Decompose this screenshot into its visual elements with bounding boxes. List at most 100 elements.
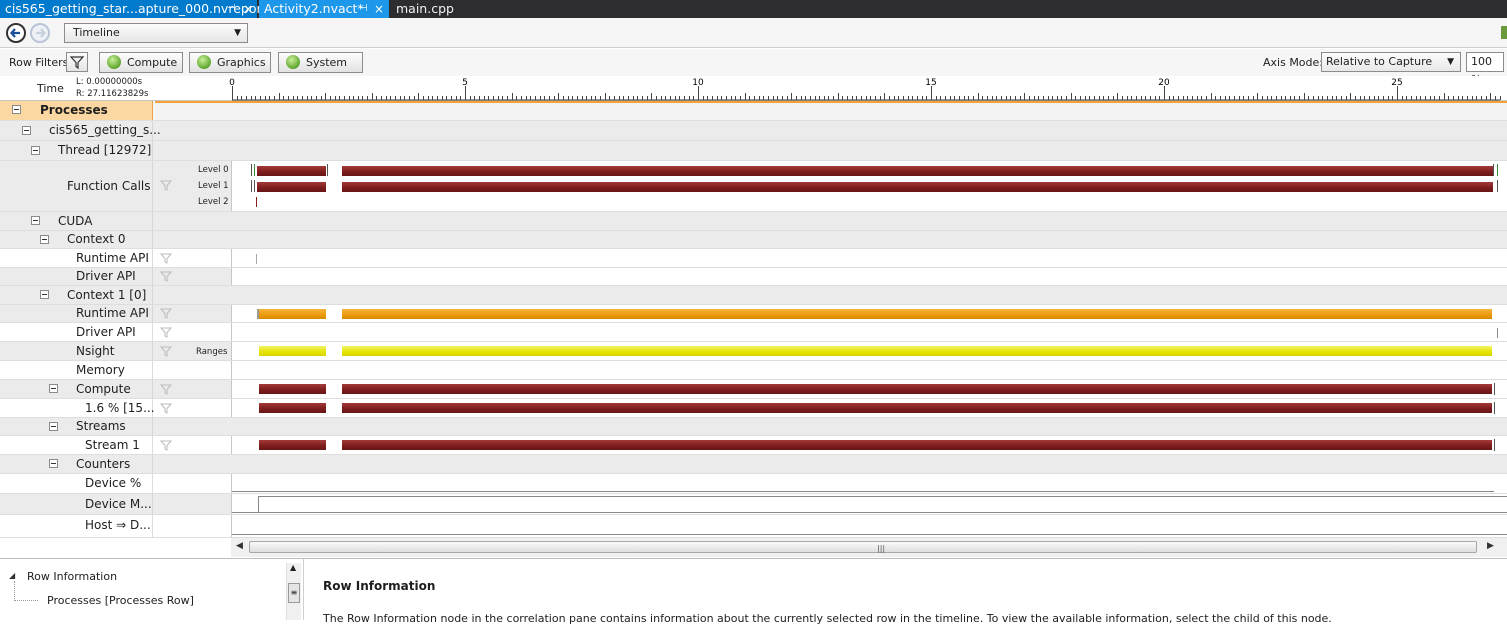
- pin-icon[interactable]: ⊣: [359, 0, 368, 18]
- graphics-filter-button[interactable]: Graphics: [189, 52, 271, 73]
- view-toolbar: Timeline ▼: [0, 18, 1507, 48]
- collapse-icon[interactable]: [40, 235, 49, 244]
- scrollbar-thumb[interactable]: ≡: [288, 583, 300, 603]
- counters-row[interactable]: Counters: [0, 455, 1507, 474]
- api-call-bar[interactable]: [342, 309, 1492, 319]
- call-bar[interactable]: [257, 166, 326, 176]
- funnel-icon[interactable]: [160, 440, 172, 451]
- compute-filter-button[interactable]: Compute: [99, 52, 183, 73]
- tab-main-cpp[interactable]: main.cpp: [391, 0, 481, 18]
- runtime-api-track: [231, 249, 1507, 267]
- host-to-device-row[interactable]: Host ⇒ D...: [0, 515, 1507, 538]
- runtime-api-label: Runtime API: [76, 251, 149, 265]
- funnel-icon[interactable]: [160, 253, 172, 264]
- tree-item-row-information[interactable]: Row Information: [27, 570, 117, 583]
- funnel-icon[interactable]: [160, 346, 172, 357]
- expand-triangle-icon[interactable]: ◢: [9, 571, 15, 580]
- process-row[interactable]: cis565_getting_s...: [0, 121, 1507, 141]
- compute-label: Compute: [76, 382, 131, 396]
- counter-line: [232, 491, 1494, 492]
- kernel-bar[interactable]: [259, 403, 326, 413]
- kernel-bar[interactable]: [259, 384, 326, 394]
- pin-icon[interactable]: ⊣: [227, 0, 236, 18]
- driver-api-track: [231, 268, 1507, 285]
- driver-api-label: Driver API: [76, 269, 136, 283]
- close-icon[interactable]: ×: [243, 0, 253, 18]
- memory-row[interactable]: Memory: [0, 361, 1507, 380]
- kernel-bar[interactable]: [342, 440, 1492, 450]
- system-filter-label: System: [306, 56, 348, 69]
- row-header: Runtime API: [0, 305, 153, 322]
- funnel-icon[interactable]: [160, 384, 172, 395]
- driver-api-label: Driver API: [76, 325, 136, 339]
- context1-driver-api-row[interactable]: Driver API: [0, 323, 1507, 342]
- collapse-icon[interactable]: [49, 384, 58, 393]
- system-filter-button[interactable]: System: [278, 52, 363, 73]
- function-calls-row[interactable]: Function Calls Level 0 Level 1 Level 2: [0, 161, 1507, 212]
- collapse-icon[interactable]: [49, 459, 58, 468]
- timeline-horizontal-scrollbar[interactable]: ◀ ||| ▶: [231, 538, 1507, 557]
- row-header: Runtime API: [0, 249, 153, 267]
- collapse-icon[interactable]: [40, 290, 49, 299]
- back-button[interactable]: [6, 23, 26, 43]
- ranges-label: Ranges: [196, 347, 228, 357]
- context0-runtime-api-row[interactable]: Runtime API: [0, 249, 1507, 268]
- context0-row[interactable]: Context 0: [0, 231, 1507, 249]
- kernel-track: [231, 399, 1507, 417]
- compute-row[interactable]: Compute: [0, 380, 1507, 399]
- axis-mode-select[interactable]: Relative to Capture ▼: [1321, 52, 1461, 72]
- context1-runtime-api-row[interactable]: Runtime API: [0, 305, 1507, 323]
- collapse-icon[interactable]: [31, 216, 40, 225]
- funnel-icon[interactable]: [160, 180, 172, 191]
- call-bar[interactable]: [342, 182, 1493, 192]
- collapse-icon[interactable]: [22, 126, 31, 135]
- call-bar[interactable]: [257, 182, 326, 192]
- streams-row[interactable]: Streams: [0, 418, 1507, 436]
- row-header: Context 1 [0]: [0, 286, 153, 304]
- stream1-row[interactable]: Stream 1: [0, 436, 1507, 455]
- kernel-bar[interactable]: [342, 403, 1492, 413]
- panel-icon[interactable]: [1501, 26, 1507, 39]
- compute-kernel-row[interactable]: 1.6 % [15...: [0, 399, 1507, 418]
- range-bar[interactable]: [342, 346, 1492, 356]
- filter-button[interactable]: [66, 52, 88, 72]
- call-bar[interactable]: [342, 166, 1493, 176]
- nsight-row[interactable]: Nsight Ranges: [0, 342, 1507, 361]
- ruler-tick-label: 10: [692, 78, 704, 88]
- funnel-icon[interactable]: [160, 308, 172, 319]
- host-to-device-label: Host ⇒ D...: [85, 518, 151, 532]
- device-memory-row[interactable]: Device M...: [0, 494, 1507, 515]
- zoom-select[interactable]: 100 %: [1466, 52, 1504, 86]
- device-pct-row[interactable]: Device %: [0, 474, 1507, 494]
- funnel-icon[interactable]: [160, 403, 172, 414]
- tree-item-processes-row[interactable]: Processes [Processes Row]: [47, 594, 194, 607]
- tab-activity2[interactable]: Activity2.nvact* ⊣ ×: [259, 0, 389, 18]
- ruler-tick-label: 25: [1391, 78, 1402, 88]
- tab-nvreport[interactable]: cis565_getting_star...apture_000.nvrepor…: [0, 0, 267, 18]
- funnel-icon[interactable]: [160, 271, 172, 282]
- context1-row[interactable]: Context 1 [0]: [0, 286, 1507, 305]
- event-marker: [1493, 164, 1494, 176]
- close-icon[interactable]: ×: [374, 0, 384, 18]
- processes-row[interactable]: Processes: [0, 101, 1507, 121]
- scrollbar-thumb[interactable]: |||: [249, 541, 1477, 553]
- view-select[interactable]: Timeline ▼: [64, 23, 248, 43]
- level-1-label: Level 1: [198, 181, 229, 191]
- kernel-bar[interactable]: [342, 384, 1492, 394]
- tree-vertical-scrollbar[interactable]: ▲ ≡: [286, 563, 301, 620]
- context0-driver-api-row[interactable]: Driver API: [0, 268, 1507, 286]
- forward-button[interactable]: [30, 23, 50, 43]
- range-bar[interactable]: [259, 346, 326, 356]
- thread-row[interactable]: Thread [12972]: [0, 141, 1507, 161]
- scroll-left-icon[interactable]: ◀: [236, 541, 243, 551]
- cuda-row[interactable]: CUDA: [0, 212, 1507, 231]
- collapse-icon[interactable]: [49, 422, 58, 431]
- collapse-icon[interactable]: [31, 146, 40, 155]
- time-ruler[interactable]: 0 5 10 15 20 25: [0, 76, 1507, 101]
- scroll-up-icon[interactable]: ▲: [290, 563, 296, 572]
- scroll-right-icon[interactable]: ▶: [1487, 541, 1494, 551]
- collapse-icon[interactable]: [12, 105, 21, 114]
- funnel-icon[interactable]: [160, 327, 172, 338]
- api-call-bar[interactable]: [259, 309, 326, 319]
- kernel-bar[interactable]: [259, 440, 326, 450]
